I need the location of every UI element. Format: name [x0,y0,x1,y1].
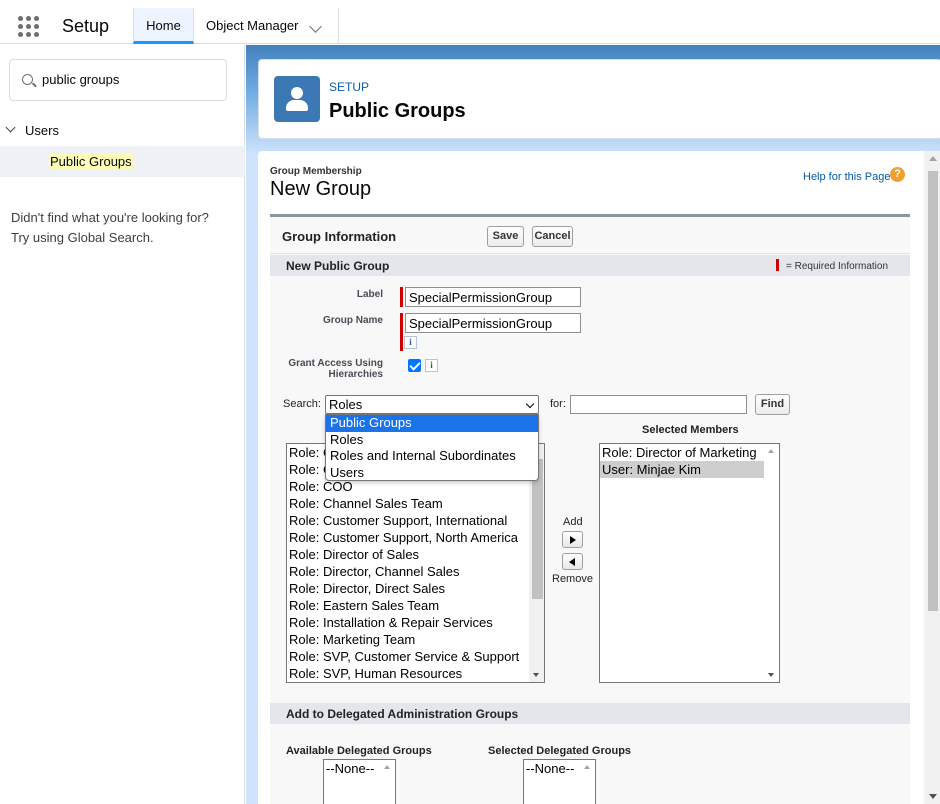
tree-node-public-groups[interactable]: Public Groups [0,146,245,177]
scrollbar-thumb[interactable] [928,171,938,611]
list-item[interactable]: Role: SVP, Customer Service & Support [287,648,544,665]
scroll-down-icon[interactable] [768,673,774,677]
quick-find-box[interactable] [9,59,227,101]
section-title: Add to Delegated Administration Groups [286,707,519,721]
required-bar [400,313,403,351]
scroll-up-icon[interactable] [384,765,390,769]
required-bar [400,287,403,307]
not-found-line-1: Didn't find what you're looking for? [11,210,209,225]
selected-delegated-listbox[interactable]: --None-- [523,759,596,804]
for-label: for: [550,398,566,410]
group-information-block: Group Information Save Cancel New Public… [270,214,910,804]
tree-node-public-groups-label[interactable]: Public Groups [49,154,133,169]
dropdown-option-roles-subordinates[interactable]: Roles and Internal Subordinates [326,448,538,465]
listbox-scrollbar[interactable] [764,444,779,682]
add-label: Add [563,516,583,528]
listbox-scrollbar[interactable] [580,760,595,804]
block-title: Group Information [282,229,397,244]
chevron-down-icon[interactable] [309,20,322,33]
selected-members-listbox[interactable]: Role: Director of Marketing User: Minjae… [599,443,780,683]
listbox-scrollbar[interactable] [380,760,395,804]
quick-find-input[interactable] [42,72,222,87]
scroll-up-icon[interactable] [768,449,774,453]
search-label: Search: [283,398,321,410]
selected-members-label: Selected Members [642,424,739,436]
search-for-input[interactable] [570,395,747,414]
page-title: Public Groups [329,100,466,122]
tree-node-users-label: Users [25,123,59,138]
setup-sidebar: Users Public Groups Didn't find what you… [0,45,245,804]
page-header: SETUP Public Groups [258,59,940,139]
new-group-title: New Group [270,178,372,200]
required-info-text: = Required Information [786,261,889,272]
add-arrow-button[interactable] [562,531,583,548]
list-item[interactable]: Role: Director of Marketing [600,444,779,461]
list-item[interactable]: Role: Director, Direct Sales [287,580,544,597]
list-item[interactable]: Role: Director of Sales [287,546,544,563]
grant-access-field-label: Grant Access Using Hierarchies [283,358,383,380]
info-icon[interactable]: i [425,359,438,372]
tab-object-manager-label: Object Manager [206,18,299,33]
section-delegated-admin: Add to Delegated Administration Groups [270,703,910,724]
dropdown-option-roles[interactable]: Roles [326,432,538,449]
page-scrollbar[interactable] [924,151,940,804]
list-item[interactable]: Role: Marketing Team [287,631,544,648]
tab-object-manager[interactable]: Object Manager [194,8,339,44]
remove-arrow-button[interactable] [562,553,583,570]
group-membership-label: Group Membership [270,166,362,177]
app-launcher-icon[interactable] [18,16,40,38]
top-strip [0,0,940,8]
dropdown-option-public-groups[interactable]: Public Groups [326,415,538,432]
group-name-field-label: Group Name [322,315,383,326]
selected-delegated-label: Selected Delegated Groups [488,745,632,757]
dropdown-option-users[interactable]: Users [326,465,538,482]
not-found-line-2: Try using Global Search. [11,230,154,245]
help-icon[interactable]: ? [890,167,905,182]
list-item[interactable]: Role: Installation & Repair Services [287,614,544,631]
search-icon [22,74,33,85]
scroll-up-icon[interactable] [929,156,937,161]
scroll-down-icon[interactable] [929,794,937,799]
label-input[interactable] [405,287,581,307]
grant-access-label-line1: Grant Access Using [288,358,383,369]
scroll-down-icon[interactable] [533,673,539,677]
list-item[interactable]: Role: Customer Support, North America [287,529,544,546]
remove-label: Remove [552,573,593,585]
section-new-public-group: New Public Group = Required Information [270,255,910,276]
find-button[interactable]: Find [755,394,790,415]
help-link[interactable]: Help for this Page [803,171,890,183]
block-header: Group Information Save Cancel [270,217,910,254]
app-name: Setup [62,16,110,36]
search-type-selected: Roles [329,397,363,412]
list-item[interactable]: Role: SVP, Human Resources [287,665,544,682]
tree-node-users[interactable]: Users [0,121,245,141]
search-type-select[interactable]: Roles [325,395,539,414]
grant-access-checkbox[interactable] [408,359,421,372]
available-delegated-label: Available Delegated Groups [286,745,432,757]
breadcrumb[interactable]: SETUP [329,80,369,94]
group-name-input[interactable] [405,313,581,333]
list-item[interactable]: Role: Customer Support, International [287,512,544,529]
search-type-dropdown[interactable]: Public Groups Roles Roles and Internal S… [325,414,539,481]
cancel-button[interactable]: Cancel [532,226,573,247]
tab-home[interactable]: Home [133,8,194,44]
section-title: New Public Group [286,259,390,273]
scroll-up-icon[interactable] [584,765,590,769]
label-field-label: Label [356,289,383,300]
available-delegated-listbox[interactable]: --None-- [323,759,396,804]
list-item[interactable]: Role: Channel Sales Team [287,495,544,512]
global-header: Setup Home Object Manager [0,8,940,44]
not-found-message: Didn't find what you're looking for? Try… [11,208,209,248]
chevron-down-icon[interactable] [5,122,16,133]
required-marker [776,259,779,271]
user-icon [274,76,320,122]
list-item[interactable]: Role: Director, Channel Sales [287,563,544,580]
chevron-down-icon[interactable] [525,399,535,409]
list-item[interactable]: Role: Eastern Sales Team [287,597,544,614]
grant-access-label-line2: Hierarchies [328,369,383,380]
save-button[interactable]: Save [487,226,524,247]
info-icon[interactable]: i [404,336,417,349]
list-item[interactable]: User: Minjae Kim [600,461,779,478]
